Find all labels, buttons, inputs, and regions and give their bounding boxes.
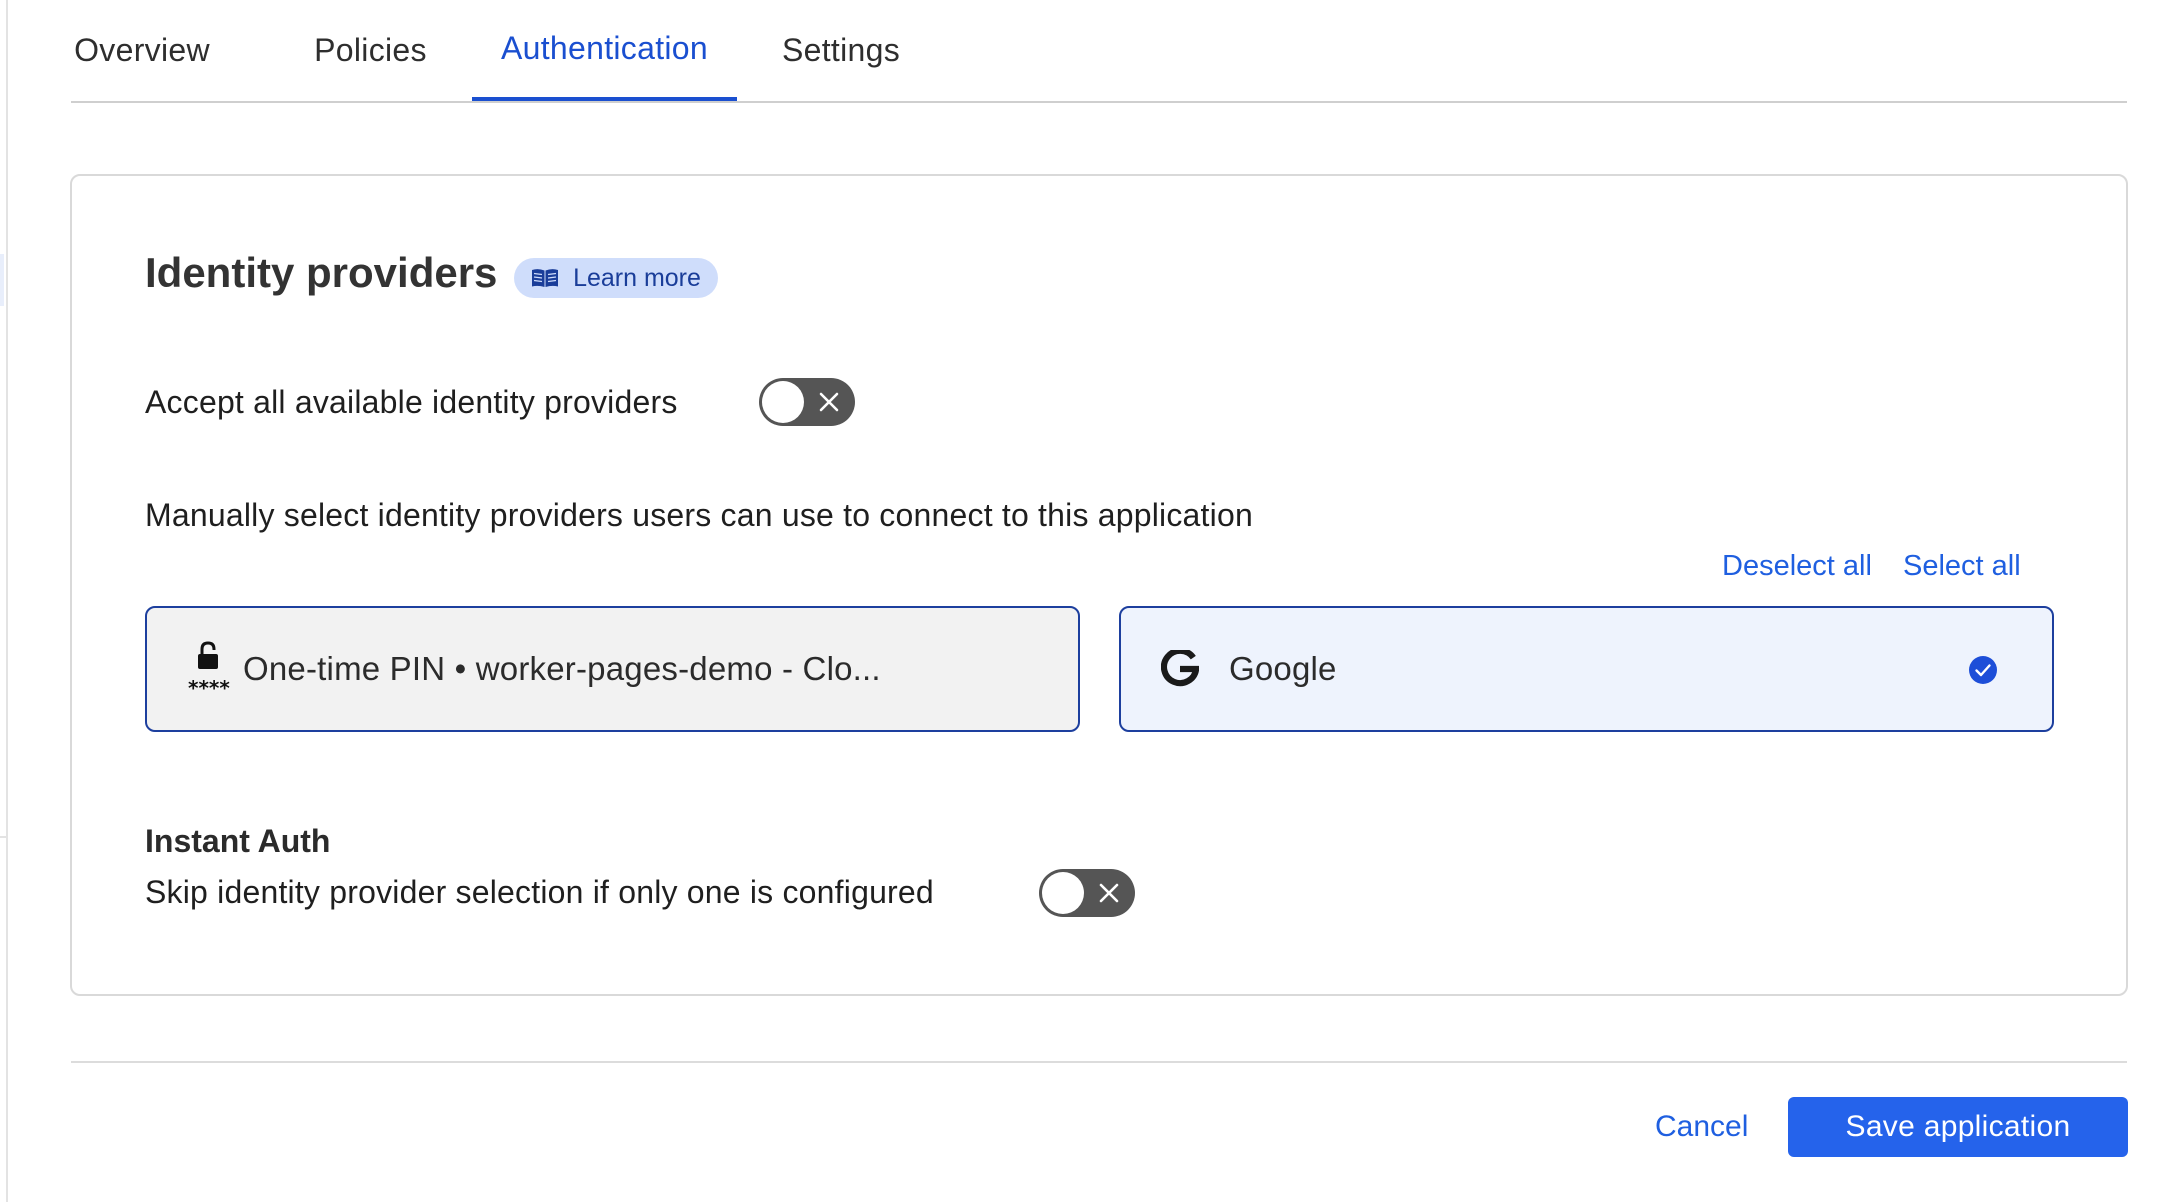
check-circle-icon xyxy=(1969,656,1997,684)
instant-auth-label: Skip identity provider selection if only… xyxy=(145,874,934,910)
select-all-link[interactable]: Select all xyxy=(1903,550,2021,583)
section-title: Identity providers xyxy=(145,249,498,296)
deselect-all-link[interactable]: Deselect all xyxy=(1722,550,1872,583)
idp-option-one-time-pin[interactable]: **** One-time PIN • worker-pages-demo - … xyxy=(145,606,1080,732)
footer-divider xyxy=(71,1061,2127,1063)
learn-more-button[interactable]: Learn more xyxy=(514,258,718,298)
accept-all-label: Accept all available identity providers xyxy=(145,384,678,420)
save-application-button[interactable]: Save application xyxy=(1788,1097,2128,1157)
toggle-knob xyxy=(1042,872,1084,914)
rail-divider xyxy=(0,836,6,838)
instant-auth-toggle[interactable] xyxy=(1039,869,1135,917)
idp-name: One-time PIN • worker-pages-demo - Clo..… xyxy=(243,650,881,687)
cancel-button[interactable]: Cancel xyxy=(1655,1110,1748,1144)
google-icon xyxy=(1161,650,1199,687)
left-rail xyxy=(0,0,8,1202)
idp-option-google[interactable]: Google xyxy=(1119,606,2054,732)
tab-overview[interactable]: Overview xyxy=(71,0,213,101)
manual-select-label: Manually select identity providers users… xyxy=(145,497,1253,533)
tab-policies[interactable]: Policies xyxy=(302,0,439,101)
accept-all-toggle[interactable] xyxy=(759,378,855,426)
close-icon xyxy=(1099,883,1119,903)
idp-name: Google xyxy=(1229,650,1337,687)
instant-auth-heading: Instant Auth xyxy=(145,823,331,859)
lock-pin-icon: **** xyxy=(187,641,233,700)
tab-authentication[interactable]: Authentication xyxy=(472,0,737,101)
tab-settings[interactable]: Settings xyxy=(769,0,913,101)
toggle-knob xyxy=(762,381,804,423)
learn-more-label: Learn more xyxy=(573,263,701,292)
close-icon xyxy=(819,392,839,412)
rail-highlight xyxy=(0,254,4,306)
book-icon xyxy=(531,268,559,288)
tab-bar: Overview Policies Authentication Setting… xyxy=(71,0,2127,103)
